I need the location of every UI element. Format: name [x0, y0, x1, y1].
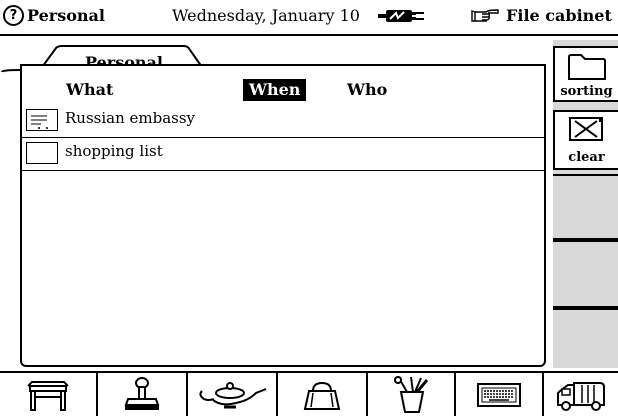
bottom-toolbar [0, 371, 618, 416]
date-display: Wednesday, January 10 [172, 6, 360, 25]
stamp-button[interactable] [98, 373, 188, 416]
top-bar: ? Personal Wednesday, January 10 File ca… [0, 0, 618, 36]
blank-note-icon [26, 142, 58, 164]
tools-icon [394, 375, 429, 413]
purse-icon [303, 381, 341, 410]
lamp-button[interactable] [188, 373, 278, 416]
desk-icon [27, 380, 69, 411]
tools-button[interactable] [368, 373, 456, 416]
battery-icon [378, 8, 424, 27]
sidebar-slot [553, 308, 618, 368]
sorting-button[interactable]: sorting [553, 46, 618, 102]
truck-button[interactable] [544, 373, 618, 416]
clear-icon [569, 117, 603, 141]
list-item[interactable]: shopping list [22, 138, 544, 171]
list-item[interactable]: Russian embassy [22, 105, 544, 138]
keyboard-icon [477, 382, 521, 407]
lamp-icon [199, 381, 267, 408]
sidebar-slot [553, 240, 618, 308]
keyboard-button[interactable] [456, 373, 544, 416]
desk-button[interactable] [0, 373, 98, 416]
column-what[interactable]: What [66, 79, 113, 101]
stamp-icon [124, 376, 160, 410]
purse-button[interactable] [278, 373, 368, 416]
sidebar-slot [553, 174, 618, 240]
sidebar: sorting clear [553, 40, 618, 368]
clear-label: clear [568, 150, 605, 165]
note-icon [26, 109, 58, 131]
help-icon[interactable]: ? [3, 5, 24, 26]
file-cabinet-label: File cabinet [506, 6, 612, 25]
file-cabinet-link[interactable]: File cabinet [470, 6, 612, 27]
truck-icon [557, 381, 605, 411]
item-label: shopping list [65, 142, 163, 160]
notebook-title[interactable]: Personal [27, 6, 105, 25]
sorting-label: sorting [560, 84, 613, 99]
clear-button[interactable]: clear [553, 110, 618, 170]
pointing-hand-icon [470, 7, 500, 27]
column-who[interactable]: Who [347, 79, 387, 101]
item-label: Russian embassy [65, 109, 196, 127]
column-when[interactable]: When [243, 79, 307, 101]
folder-icon [568, 54, 606, 80]
